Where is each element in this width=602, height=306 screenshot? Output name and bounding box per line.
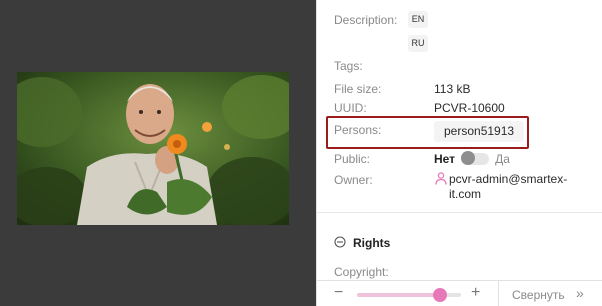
collapse-section-icon[interactable] bbox=[334, 236, 346, 248]
image-preview-pane bbox=[0, 0, 316, 306]
public-on-label: Да bbox=[495, 152, 510, 166]
file-size-value: 113 kB bbox=[434, 82, 471, 96]
public-toggle-group: Нет Да bbox=[434, 151, 510, 166]
rights-section-title[interactable]: Rights bbox=[353, 236, 390, 250]
toggle-knob bbox=[461, 151, 476, 165]
uuid-value: PCVR-10600 bbox=[434, 101, 505, 115]
description-label: Description: bbox=[334, 13, 398, 27]
lang-tab-en[interactable]: EN bbox=[408, 11, 428, 28]
double-chevron-right-icon[interactable]: » bbox=[576, 285, 584, 301]
metadata-panel: Description: EN RU Tags: File size: 113 … bbox=[317, 0, 602, 306]
public-off-label: Нет bbox=[434, 152, 456, 166]
zoom-slider-handle[interactable] bbox=[433, 288, 448, 302]
toolbar-divider bbox=[498, 281, 499, 306]
tags-label: Tags: bbox=[334, 59, 363, 73]
lang-tab-ru[interactable]: RU bbox=[408, 35, 428, 52]
zoom-slider-fill bbox=[357, 293, 441, 297]
persons-label: Persons: bbox=[334, 123, 382, 137]
file-size-label: File size: bbox=[334, 82, 382, 96]
section-separator bbox=[317, 212, 602, 213]
zoom-slider[interactable] bbox=[357, 288, 461, 302]
preview-image[interactable] bbox=[17, 72, 289, 225]
copyright-label: Copyright: bbox=[334, 265, 389, 279]
public-label: Public: bbox=[334, 152, 371, 166]
zoom-out-button[interactable]: − bbox=[334, 284, 343, 302]
public-toggle[interactable] bbox=[461, 151, 490, 165]
collapse-button[interactable]: Свернуть bbox=[512, 288, 565, 302]
uuid-label: UUID: bbox=[334, 101, 367, 115]
zoom-in-button[interactable]: + bbox=[471, 284, 480, 302]
bottom-toolbar: − + Свернуть » bbox=[317, 280, 602, 306]
owner-value[interactable]: pcvr-admin@smartex-it.com bbox=[449, 172, 589, 202]
person-tag[interactable]: person51913 bbox=[434, 121, 525, 142]
user-icon bbox=[435, 172, 447, 185]
owner-label: Owner: bbox=[334, 173, 373, 187]
